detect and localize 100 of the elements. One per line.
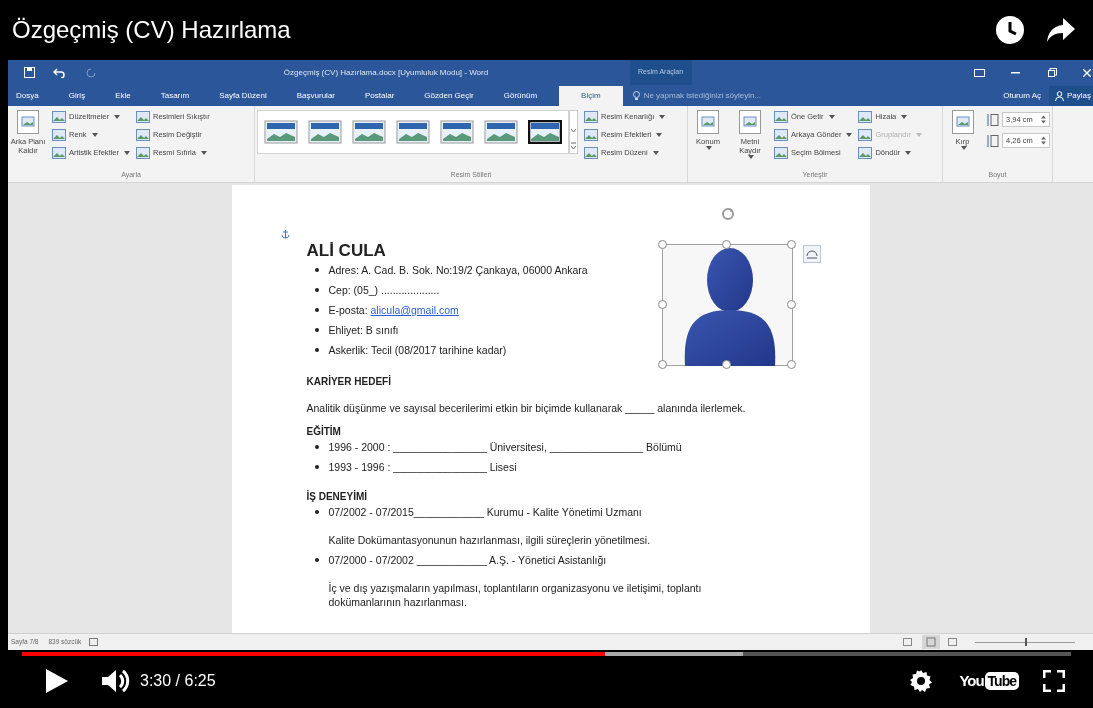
caret-icon bbox=[659, 115, 666, 119]
spin-arrows-icon[interactable] bbox=[1041, 136, 1046, 145]
web-layout-icon[interactable] bbox=[948, 638, 957, 646]
list-item-text: 1996 - 2000 : ________________ Üniversitesi, ________________ Bölümü bbox=[328, 440, 682, 454]
caret-icon bbox=[915, 133, 922, 137]
rotate-handle-icon[interactable] bbox=[720, 207, 735, 221]
resize-handle[interactable] bbox=[786, 300, 796, 309]
list-item-text: Askerlik: Tecil (08/2017 tarihine kadar) bbox=[328, 343, 507, 357]
list-item-text: Ehliyet: B sınıfı bbox=[328, 323, 399, 337]
caret-icon bbox=[960, 146, 967, 150]
bullet-icon bbox=[314, 308, 319, 312]
ribbon-tab[interactable]: Ekle bbox=[107, 86, 139, 106]
resize-handle[interactable] bbox=[722, 240, 731, 249]
clock-icon[interactable] bbox=[995, 15, 1025, 45]
paragraph: Analitik düşünme ve sayısal becerilerimi etkin bir biçimde kullanarak _____ alanında ilerlemek. bbox=[306, 401, 747, 415]
section-heading: EĞİTİM bbox=[306, 425, 342, 439]
picture-icon bbox=[136, 129, 150, 141]
caret-icon bbox=[846, 133, 853, 137]
picture-icon bbox=[774, 111, 788, 123]
close-icon[interactable] bbox=[1083, 68, 1091, 77]
tell-me-field[interactable]: Ne yapmak istediğinizi söyleyin... bbox=[643, 90, 762, 102]
list-item-text: 1993 - 1996 : ________________ Lisesi bbox=[328, 460, 517, 474]
caret-icon bbox=[652, 151, 659, 155]
save-icon[interactable] bbox=[24, 67, 35, 78]
paragraph: Kalite Dokümantasyonunun hazırlanması, ilgili süreçlerin yönetilmesi. bbox=[327, 533, 652, 547]
picture-icon bbox=[774, 129, 788, 141]
ribbon-tab[interactable]: Tasarım bbox=[152, 86, 198, 106]
section-heading: KARİYER HEDEFİ bbox=[306, 375, 392, 389]
picture-icon bbox=[858, 147, 873, 159]
ribbon-display-icon[interactable] bbox=[974, 68, 985, 77]
resize-handle[interactable] bbox=[786, 240, 796, 249]
gallery-scroll-icon[interactable] bbox=[569, 110, 578, 154]
picture-style-thumbnail[interactable] bbox=[264, 120, 298, 144]
person-icon bbox=[1055, 91, 1064, 101]
play-icon[interactable] bbox=[46, 669, 68, 693]
picture-icon bbox=[697, 110, 719, 134]
ribbon-tab[interactable]: Postalar bbox=[357, 86, 403, 106]
volume-icon[interactable] bbox=[102, 669, 130, 693]
window-title: Özgeçmiş (CV) Hazırlama.docx [Uyumluluk Modu] - Word bbox=[282, 66, 490, 79]
paragraph: İç ve dış yazışmaların yapılması, toplantıların organizasyonu ve iletişimi, toplantı dokümanlarının hazırlanması. bbox=[327, 581, 703, 609]
picture-style-thumbnail[interactable] bbox=[484, 120, 518, 144]
resize-handle[interactable] bbox=[657, 300, 667, 309]
ribbon-tab[interactable]: Başvurular bbox=[288, 86, 343, 106]
picture-style-thumbnail[interactable] bbox=[440, 120, 474, 144]
caret-icon bbox=[748, 155, 754, 159]
size-icon bbox=[986, 134, 999, 147]
ribbon-tab[interactable]: Gözden Geçir bbox=[416, 86, 482, 106]
fullscreen-icon[interactable] bbox=[1043, 670, 1065, 692]
minimize-icon[interactable] bbox=[1011, 71, 1020, 74]
style-gallery[interactable] bbox=[257, 110, 569, 154]
resize-handle[interactable] bbox=[657, 360, 667, 369]
picture-style-thumbnail[interactable] bbox=[396, 120, 430, 144]
proofing-icon[interactable] bbox=[89, 638, 100, 646]
share-icon[interactable] bbox=[1047, 18, 1075, 42]
video-progress-bar[interactable] bbox=[22, 652, 1071, 656]
bullet-icon bbox=[314, 328, 319, 332]
caret-icon bbox=[124, 151, 130, 155]
layout-options-icon[interactable] bbox=[802, 245, 821, 263]
undo-icon[interactable] bbox=[53, 67, 66, 78]
picture-icon bbox=[136, 147, 150, 159]
picture-style-thumbnail[interactable] bbox=[308, 120, 342, 144]
email-link[interactable]: alicula@gmail.com bbox=[370, 304, 459, 316]
picture-icon bbox=[136, 111, 150, 123]
list-item-text: 07/2000 - 07/2002 ____________ A.Ş. - Yönetici Asistanlığı bbox=[328, 553, 607, 567]
ribbon-tab[interactable]: Biçim bbox=[559, 86, 623, 106]
resize-handle[interactable] bbox=[722, 360, 731, 369]
bullet-icon bbox=[314, 288, 319, 292]
section-heading: İŞ DENEYİMİ bbox=[306, 490, 369, 504]
picture-icon bbox=[951, 110, 974, 134]
resize-handle[interactable] bbox=[657, 240, 667, 249]
picture-style-thumbnail[interactable] bbox=[352, 120, 386, 144]
caret-icon bbox=[114, 115, 120, 119]
ribbon-tab[interactable]: Görünüm bbox=[495, 86, 546, 106]
picture-icon bbox=[584, 147, 598, 159]
list-item-text: E-posta: alicula@gmail.com bbox=[328, 303, 459, 317]
person-name: ALİ CULA bbox=[306, 241, 386, 261]
restore-icon[interactable] bbox=[1048, 68, 1057, 77]
picture-icon bbox=[739, 110, 761, 134]
picture-icon bbox=[858, 111, 873, 123]
youtube-logo[interactable]: You Tube bbox=[959, 669, 1019, 693]
spin-arrows-icon[interactable] bbox=[1041, 115, 1046, 124]
share-button[interactable]: Paylaş bbox=[1049, 86, 1093, 106]
picture-icon bbox=[584, 129, 598, 141]
resize-handle[interactable] bbox=[786, 360, 796, 369]
time-display: 3:30 / 6:25 bbox=[140, 671, 216, 691]
caret-icon bbox=[706, 146, 712, 150]
bullet-icon bbox=[314, 558, 319, 562]
caret-icon bbox=[828, 115, 835, 119]
picture-icon bbox=[52, 129, 66, 141]
picture-icon bbox=[858, 129, 873, 141]
picture-style-thumbnail[interactable] bbox=[528, 120, 562, 144]
ribbon-tab[interactable]: Sayfa Düzeni bbox=[211, 86, 275, 106]
video-title: Özgeçmiş (CV) Hazırlama bbox=[12, 15, 292, 45]
settings-icon[interactable] bbox=[909, 669, 934, 693]
bullet-icon bbox=[314, 268, 319, 272]
ribbon-tab[interactable]: Giriş bbox=[60, 86, 94, 106]
sign-in-link[interactable]: Oturum Aç bbox=[995, 86, 1049, 106]
read-mode-icon[interactable] bbox=[903, 638, 912, 646]
size-icon bbox=[986, 113, 999, 126]
ribbon-tab[interactable]: Dosya bbox=[8, 86, 47, 106]
